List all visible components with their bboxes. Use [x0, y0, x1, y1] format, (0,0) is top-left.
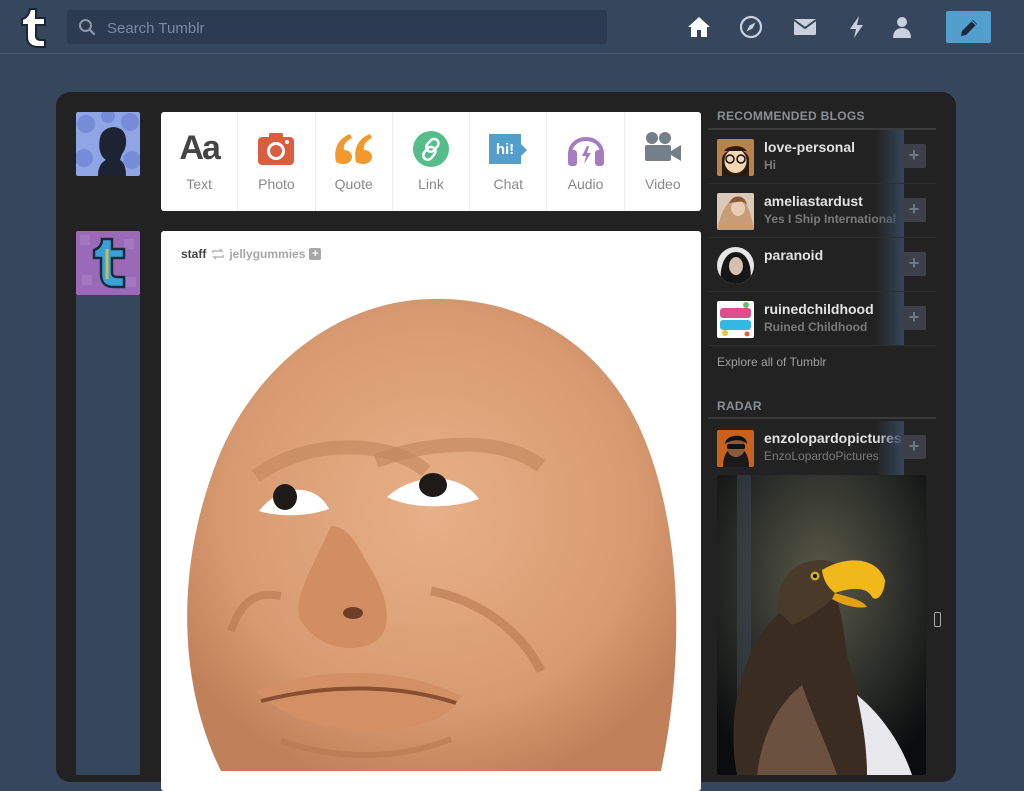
blog-title: Hi: [764, 158, 776, 172]
account-icon[interactable]: [890, 15, 914, 39]
blog-name: paranoid: [764, 247, 824, 263]
radar-blog-row[interactable]: enzolopardopictures EnzoLopardoPictures …: [708, 421, 936, 475]
post-type-link-button[interactable]: Link: [393, 112, 471, 211]
recommended-blog-row[interactable]: love-personal Hi +: [708, 130, 936, 184]
blog-avatar: [717, 247, 754, 284]
recommended-blog-row[interactable]: ruinedchildhood Ruined Childhood +: [708, 292, 936, 346]
dashboard-post: staff jellygummies +: [161, 231, 701, 791]
photo-icon: [258, 133, 295, 165]
search-input[interactable]: [105, 10, 599, 46]
post-type-audio-button[interactable]: Audio: [547, 112, 625, 211]
home-icon[interactable]: [687, 15, 711, 39]
chat-icon: hi!: [489, 134, 528, 164]
row-fade: [876, 130, 904, 183]
compose-button[interactable]: [946, 11, 991, 43]
recommended-blogs-heading: RECOMMENDED BLOGS: [717, 109, 865, 123]
link-icon: [412, 131, 449, 167]
blog-avatar: [717, 139, 754, 176]
section-divider: [708, 417, 936, 419]
post-type-label: Audio: [567, 176, 604, 192]
follow-blog-button[interactable]: +: [902, 198, 926, 222]
post-type-label: Video: [645, 176, 681, 192]
post-type-photo-button[interactable]: Photo: [238, 112, 316, 211]
post-header: staff jellygummies +: [181, 247, 322, 261]
follow-source-button[interactable]: +: [309, 248, 322, 260]
recommended-blog-row[interactable]: ameliastardust Yes I Ship International …: [708, 184, 936, 238]
blog-avatar: [717, 301, 754, 338]
post-author-link[interactable]: staff: [181, 247, 206, 261]
user-avatar[interactable]: [76, 112, 140, 176]
post-type-label: Link: [418, 176, 444, 192]
row-fade: [876, 184, 904, 237]
inbox-icon[interactable]: [793, 15, 817, 39]
pencil-icon: [961, 20, 977, 36]
blog-title: EnzoLopardoPictures: [764, 449, 879, 463]
follow-blog-button[interactable]: +: [902, 435, 926, 459]
sidebar-scroll-handle[interactable]: [934, 612, 941, 627]
post-type-label: Text: [186, 176, 212, 192]
explore-icon[interactable]: [739, 15, 763, 39]
post-avatar-rail: [76, 295, 140, 775]
staff-avatar[interactable]: [76, 231, 140, 295]
row-fade: [876, 292, 904, 345]
row-fade: [876, 238, 904, 291]
explore-all-link[interactable]: Explore all of Tumblr: [717, 355, 826, 369]
activity-icon[interactable]: [845, 15, 869, 39]
post-type-bar: Aa Text Photo Quote Link hi! Chat Audio …: [161, 112, 701, 211]
top-header: [0, 0, 1024, 54]
post-type-text-button[interactable]: Aa Text: [161, 112, 239, 211]
post-type-label: Photo: [258, 176, 295, 192]
search-bar[interactable]: [67, 10, 607, 46]
text-icon: Aa: [179, 129, 220, 167]
post-type-video-button[interactable]: Video: [625, 112, 701, 211]
reblog-source-link[interactable]: jellygummies: [229, 247, 305, 261]
post-type-quote-button[interactable]: Quote: [316, 112, 393, 211]
blog-name: ameliastardust: [764, 193, 863, 209]
radar-post-photo[interactable]: [717, 475, 926, 775]
row-fade: [876, 421, 904, 475]
follow-blog-button[interactable]: +: [902, 144, 926, 168]
audio-icon: [567, 137, 604, 166]
blog-avatar: [717, 193, 754, 230]
video-icon: [644, 132, 681, 161]
blog-avatar: [717, 430, 754, 467]
follow-blog-button[interactable]: +: [902, 252, 926, 276]
post-type-chat-button[interactable]: hi! Chat: [470, 112, 548, 211]
blog-title: Ruined Childhood: [764, 320, 868, 334]
radar-heading: RADAR: [717, 399, 762, 413]
post-photo[interactable]: [161, 271, 701, 771]
tumblr-logo-icon[interactable]: [18, 6, 50, 48]
post-type-label: Chat: [493, 176, 524, 192]
svg-text:hi!: hi!: [496, 141, 514, 158]
post-type-label: Quote: [334, 176, 373, 192]
blog-name: love-personal: [764, 139, 856, 155]
recommended-blog-row[interactable]: paranoid +: [708, 238, 936, 292]
reblog-icon: [212, 248, 225, 260]
blog-name: ruinedchildhood: [764, 301, 874, 317]
follow-blog-button[interactable]: +: [902, 306, 926, 330]
search-icon: [79, 19, 96, 36]
quote-icon: [334, 134, 372, 164]
